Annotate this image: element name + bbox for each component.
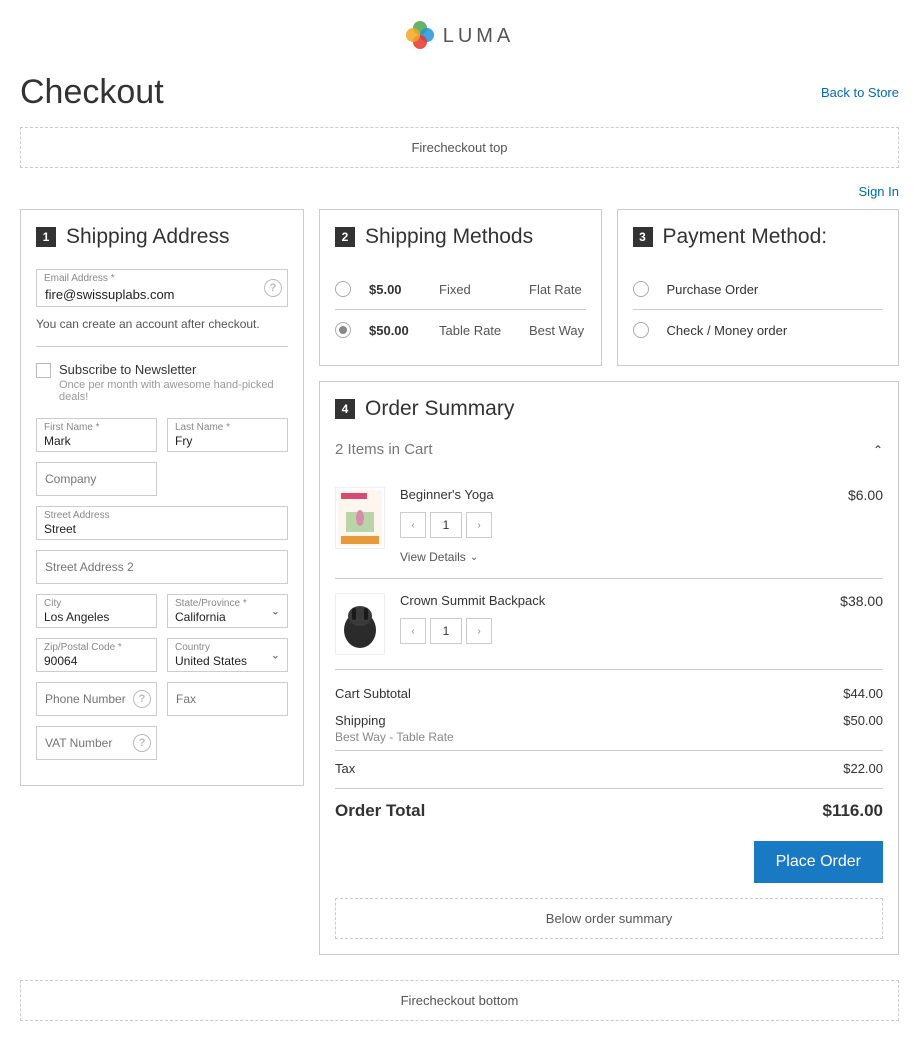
radio-button[interactable] [633, 281, 649, 297]
shipping-method-row[interactable]: $5.00 Fixed Flat Rate [335, 269, 586, 310]
help-icon[interactable]: ? [133, 734, 151, 752]
fax-field[interactable] [167, 682, 288, 716]
order-summary-panel: 4 Order Summary 2 Items in Cart ⌃ [319, 381, 899, 955]
shipping-description: Best Way - Table Rate [335, 730, 883, 744]
chevron-down-icon: ⌄ [470, 552, 478, 563]
step-2-badge: 2 [335, 227, 355, 247]
logo-header: LUMA [20, 10, 899, 63]
newsletter-sublabel: Once per month with awesome hand-picked … [59, 379, 288, 403]
qty-increase-button[interactable]: › [466, 512, 492, 538]
shipping-address-title: 1 Shipping Address [36, 225, 288, 249]
payment-method-panel: 3 Payment Method: Purchase Order Check /… [617, 209, 900, 366]
back-to-store-link[interactable]: Back to Store [821, 85, 899, 100]
newsletter-checkbox[interactable] [36, 363, 51, 378]
step-4-badge: 4 [335, 399, 355, 419]
qty-decrease-button[interactable]: ‹ [400, 512, 426, 538]
sign-in-link[interactable]: Sign In [859, 184, 899, 199]
below-summary-block: Below order summary [335, 898, 883, 939]
shipping-address-panel: 1 Shipping Address Email Address * ? You… [20, 209, 304, 786]
place-order-button[interactable]: Place Order [754, 841, 883, 883]
view-details-link[interactable]: View Details ⌄ [400, 550, 478, 564]
subtotal-row: Cart Subtotal $44.00 [335, 680, 883, 707]
state-select[interactable] [167, 594, 288, 628]
cms-top-block: Firecheckout top [20, 127, 899, 168]
product-thumbnail [335, 487, 385, 549]
company-field[interactable] [36, 462, 157, 496]
step-1-badge: 1 [36, 227, 56, 247]
radio-button[interactable] [335, 281, 351, 297]
product-thumbnail [335, 593, 385, 655]
item-name: Beginner's Yoga [400, 487, 833, 502]
street-field[interactable] [36, 506, 288, 540]
brand-text: LUMA [443, 25, 515, 48]
payment-method-row[interactable]: Check / Money order [633, 310, 884, 350]
radio-button[interactable] [633, 322, 649, 338]
tax-row: Tax $22.00 [335, 750, 883, 782]
payment-method-title: 3 Payment Method: [633, 225, 884, 249]
country-select[interactable] [167, 638, 288, 672]
divider [36, 346, 288, 347]
cart-item: Crown Summit Backpack ‹ 1 › $38.00 [335, 579, 883, 670]
street2-field[interactable] [36, 550, 288, 584]
item-price: $38.00 [840, 593, 883, 655]
qty-value[interactable]: 1 [430, 512, 462, 538]
shipping-methods-panel: 2 Shipping Methods $5.00 Fixed Flat Rate… [319, 209, 602, 366]
account-note: You can create an account after checkout… [36, 317, 288, 331]
order-summary-title: 4 Order Summary [335, 397, 883, 421]
item-price: $6.00 [848, 487, 883, 564]
city-field[interactable] [36, 594, 157, 628]
cart-item: Beginner's Yoga ‹ 1 › View Details ⌄ $6.… [335, 473, 883, 579]
newsletter-label: Subscribe to Newsletter [59, 362, 288, 377]
last-name-field[interactable] [167, 418, 288, 452]
email-field[interactable] [36, 269, 288, 307]
zip-field[interactable] [36, 638, 157, 672]
first-name-field[interactable] [36, 418, 157, 452]
item-name: Crown Summit Backpack [400, 593, 825, 608]
help-icon[interactable]: ? [264, 279, 282, 297]
luma-logo-icon [405, 20, 435, 53]
qty-increase-button[interactable]: › [466, 618, 492, 644]
shipping-methods-title: 2 Shipping Methods [335, 225, 586, 249]
shipping-method-row[interactable]: $50.00 Table Rate Best Way [335, 310, 586, 350]
page-title: Checkout [20, 73, 164, 112]
step-3-badge: 3 [633, 227, 653, 247]
qty-decrease-button[interactable]: ‹ [400, 618, 426, 644]
order-total-row: Order Total $116.00 [335, 788, 883, 827]
cms-bottom-block: Firecheckout bottom [20, 980, 899, 1021]
qty-value[interactable]: 1 [430, 618, 462, 644]
radio-button-selected[interactable] [335, 322, 351, 338]
cart-items-toggle[interactable]: 2 Items in Cart ⌃ [335, 441, 883, 458]
help-icon[interactable]: ? [133, 690, 151, 708]
chevron-up-icon: ⌃ [873, 443, 883, 457]
payment-method-row[interactable]: Purchase Order [633, 269, 884, 310]
